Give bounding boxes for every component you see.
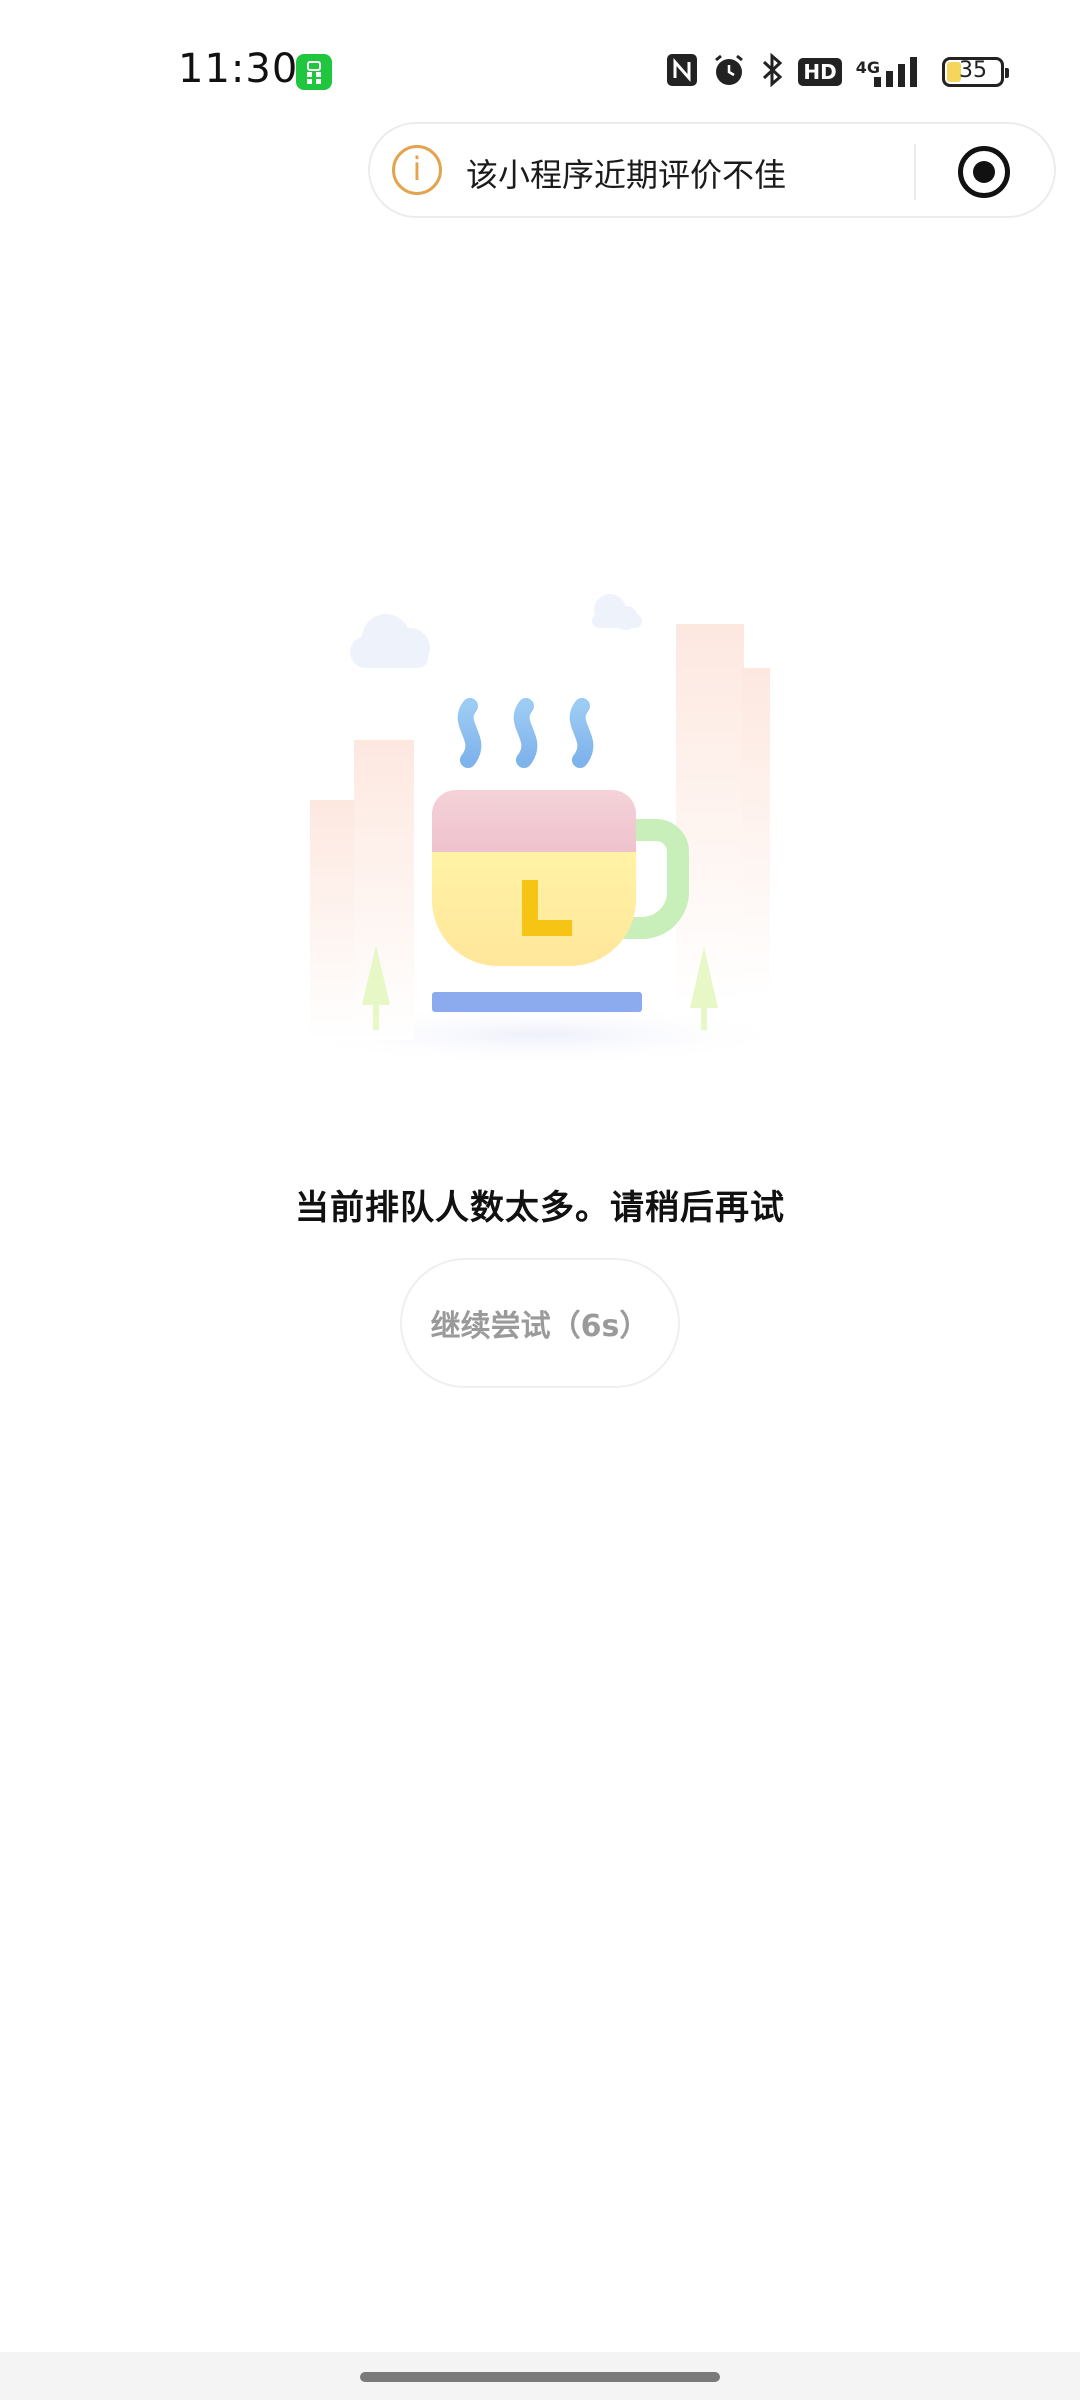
network-type: 4G — [855, 58, 880, 77]
battery-level: 35 — [959, 58, 987, 83]
busy-coffee-illustration — [280, 590, 800, 1090]
close-miniprogram-icon[interactable] — [958, 146, 1010, 198]
info-icon: i — [392, 145, 442, 195]
queue-busy-message: 当前排队人数太多。请稍后再试 — [295, 1188, 785, 1228]
hd-icon: HD — [798, 58, 842, 86]
rating-warning-text: 该小程序近期评价不佳 — [466, 156, 787, 194]
app-badge-icon — [296, 54, 332, 90]
battery-icon: 35 — [942, 57, 1009, 87]
bluetooth-icon — [760, 52, 784, 91]
nfc-icon — [666, 53, 698, 91]
home-indicator[interactable] — [360, 2372, 720, 2382]
signal-icon: 4G — [856, 55, 922, 89]
navigation-bar — [0, 2352, 1080, 2400]
status-time: 11:30 — [178, 46, 299, 92]
retry-button[interactable]: 继续尝试（6s） — [400, 1258, 680, 1388]
capsule-divider — [914, 144, 916, 200]
rating-warning-capsule[interactable]: i 该小程序近期评价不佳 — [368, 122, 1056, 218]
alarm-icon — [712, 53, 746, 91]
status-icons: HD 4G 35 — [666, 50, 1009, 94]
status-bar: 11:30 HD 4G 35 — [0, 0, 1080, 140]
